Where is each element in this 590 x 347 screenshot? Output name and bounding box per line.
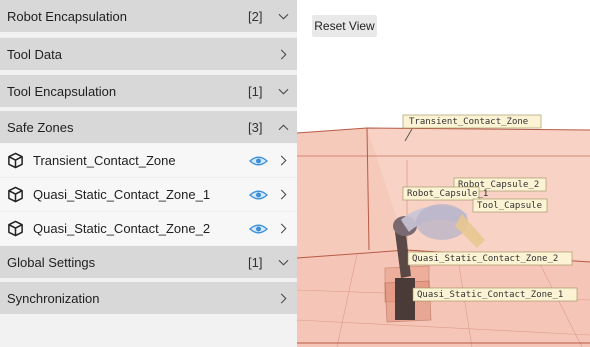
chevron-down-icon[interactable] [272,83,294,99]
chevron-right-icon[interactable] [272,221,294,237]
eye-icon[interactable] [248,188,268,202]
section-label: Global Settings [7,254,96,270]
section-label: Tool Encapsulation [7,83,117,99]
scene-canvas[interactable]: Transient_Contact_Zone Robot_Capsule_2 R… [297,0,590,347]
label-quasi-zone-2: Quasi_Static_Contact_Zone_2 [412,254,558,264]
robot-base [395,278,415,320]
section-count: [3] [248,119,263,135]
chevron-up-icon[interactable] [272,119,294,135]
label-robot-capsule-1: Robot_Capsule_1 [407,189,488,199]
section-tool-encapsulation[interactable]: Tool Encapsulation [1] [0,75,297,107]
cube-icon [7,220,24,237]
label-tool-capsule: Tool_Capsule [477,201,542,211]
chevron-right-icon[interactable] [272,187,294,203]
section-robot-encapsulation[interactable]: Robot Encapsulation [2] [0,0,297,32]
chevron-right-icon[interactable] [272,290,294,306]
section-count: [1] [248,254,263,270]
section-count: [2] [248,8,263,24]
section-count: [1] [248,83,263,99]
section-label: Safe Zones [7,119,74,135]
eye-icon[interactable] [248,154,268,168]
section-global-settings[interactable]: Global Settings [1] [0,246,297,278]
safe-zone-item-transient[interactable]: Transient_Contact_Zone [0,144,297,177]
section-label: Robot Encapsulation [7,8,127,24]
section-safe-zones[interactable]: Safe Zones [3] [0,111,297,143]
safe-zone-item-quasi-1[interactable]: Quasi_Static_Contact_Zone_1 [0,178,297,211]
label-quasi-zone-1: Quasi_Static_Contact_Zone_1 [417,290,563,300]
safe-zone-label: Quasi_Static_Contact_Zone_2 [33,221,211,236]
section-synchronization[interactable]: Synchronization [0,282,297,314]
settings-panel: Robot Encapsulation [2] Tool Data Tool E… [0,0,297,347]
eye-icon[interactable] [248,222,268,236]
cube-icon [7,152,24,169]
safe-zone-label: Transient_Contact_Zone [33,153,176,168]
safe-zone-item-quasi-2[interactable]: Quasi_Static_Contact_Zone_2 [0,212,297,245]
reset-view-button[interactable]: Reset View [312,15,377,37]
chevron-down-icon[interactable] [272,254,294,270]
cube-icon [7,186,24,203]
label-transient-zone: Transient_Contact_Zone [409,117,528,127]
section-label: Tool Data [7,46,62,62]
chevron-right-icon[interactable] [272,46,294,62]
chevron-down-icon[interactable] [272,8,294,24]
3d-viewport[interactable]: Transient_Contact_Zone Robot_Capsule_2 R… [297,0,590,347]
safe-zone-label: Quasi_Static_Contact_Zone_1 [33,187,211,202]
section-tool-data[interactable]: Tool Data [0,38,297,70]
chevron-right-icon[interactable] [272,153,294,169]
section-label: Synchronization [7,290,100,306]
